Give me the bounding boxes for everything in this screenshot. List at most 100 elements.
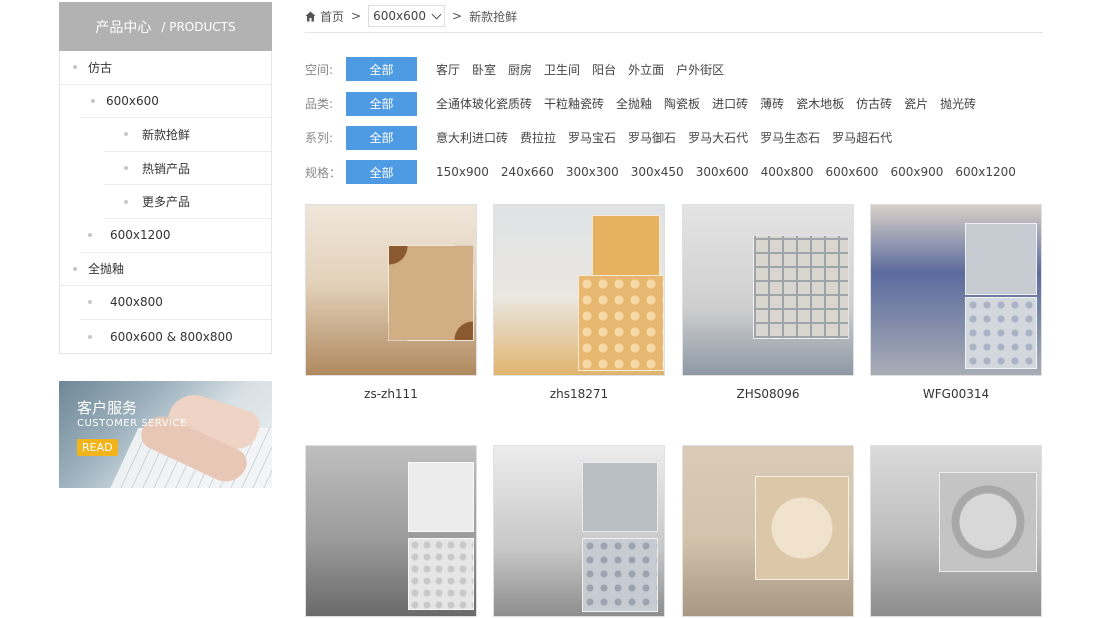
filter-option[interactable]: 陶瓷板	[664, 95, 700, 112]
filter-option[interactable]: 费拉拉	[520, 129, 556, 146]
filter-all-button[interactable]: 全部	[346, 91, 417, 116]
product-name[interactable]: ZHS08096	[682, 387, 854, 401]
sidebar: 产品中心 / PRODUCTS 仿古 600x600 新款抢鲜 热销产品 更多产…	[59, 2, 272, 355]
sidebar-header: 产品中心 / PRODUCTS	[59, 2, 272, 51]
filter-panel: 空间: 全部 客厅 卧室 厨房 卫生间 阳台 外立面 户外街区 品类: 全部 全通体玻化瓷质砖 干粒釉瓷…	[305, 52, 1043, 190]
product-image[interactable]	[493, 204, 665, 376]
product-name[interactable]: zs-zh111	[305, 387, 477, 401]
bullet-icon	[124, 199, 128, 204]
filter-option[interactable]: 瓷片	[904, 95, 928, 112]
bullet-icon	[124, 132, 128, 137]
tile-sample-image	[582, 462, 658, 532]
service-title: 客户服务	[77, 399, 138, 417]
filter-all-button[interactable]: 全部	[346, 160, 417, 185]
filter-option[interactable]: 600x600	[826, 165, 879, 179]
filter-option[interactable]: 罗马生态石	[760, 129, 820, 146]
sidebar-item-quanpaoyou[interactable]: 全抛釉	[60, 253, 271, 287]
filter-option[interactable]: 意大利进口砖	[436, 129, 508, 146]
filter-option[interactable]: 300x450	[631, 165, 684, 179]
filter-option[interactable]: 400x800	[761, 165, 814, 179]
sidebar-item-600x600-800x800[interactable]: 600x600 & 800x800	[80, 320, 271, 354]
filter-option[interactable]: 瓷木地板	[796, 95, 844, 112]
home-icon[interactable]	[305, 11, 316, 22]
filter-option[interactable]: 薄砖	[760, 95, 784, 112]
sidebar-list: 仿古 600x600 新款抢鲜 热销产品 更多产品 600x1200 全抛釉 4…	[59, 51, 272, 355]
filter-label: 规格：	[305, 165, 342, 180]
sidebar-item-hot[interactable]: 热销产品	[104, 152, 271, 186]
product-card[interactable]: zhs18271	[493, 204, 665, 401]
filter-option[interactable]: 抛光砖	[940, 95, 976, 112]
product-image[interactable]	[305, 204, 477, 376]
filter-option[interactable]: 600x900	[890, 165, 943, 179]
sidebar-item-label: 仿古	[88, 60, 113, 75]
sidebar-item-600x1200[interactable]: 600x1200	[80, 219, 271, 253]
product-name[interactable]: zhs18271	[493, 387, 665, 401]
breadcrumb: 首页 > 600x600 > 新款抢鲜	[305, 0, 1043, 33]
product-card[interactable]: WFG00314	[870, 204, 1042, 401]
filter-option[interactable]: 厨房	[508, 61, 532, 78]
filter-option[interactable]: 卫生间	[544, 61, 580, 78]
filter-option[interactable]: 仿古砖	[856, 95, 892, 112]
sidebar-item-600x600[interactable]: 600x600	[80, 85, 271, 119]
filter-option[interactable]: 罗马超石代	[832, 129, 892, 146]
bullet-icon	[88, 233, 92, 238]
product-card[interactable]: zs-zh111	[305, 204, 477, 401]
bullet-icon	[88, 334, 92, 339]
filter-option[interactable]: 阳台	[592, 61, 616, 78]
sidebar-item-label: 新款抢鲜	[142, 127, 191, 142]
filter-all-button[interactable]: 全部	[346, 57, 417, 82]
filter-option[interactable]: 全通体玻化瓷质砖	[436, 95, 532, 112]
filter-option[interactable]: 300x600	[696, 165, 749, 179]
filter-option[interactable]: 户外街区	[676, 61, 724, 78]
sidebar-item-label: 600x1200	[110, 228, 171, 243]
filter-row: 品类: 全部 全通体玻化瓷质砖 干粒釉瓷砖 全抛釉 陶瓷板 进口砖 薄砖 瓷木地板 仿古砖 瓷片 抛光…	[305, 86, 1043, 120]
filter-option[interactable]: 外立面	[628, 61, 664, 78]
read-button[interactable]: READ	[77, 439, 118, 456]
breadcrumb-home[interactable]: 首页	[320, 8, 344, 25]
filter-option[interactable]: 罗马御石	[628, 129, 676, 146]
sidebar-item-label: 600x600	[106, 93, 159, 108]
breadcrumb-separator: >	[351, 9, 362, 23]
product-card[interactable]	[682, 445, 854, 617]
filter-all-button[interactable]: 全部	[346, 125, 417, 150]
filter-option[interactable]: 240x660	[501, 165, 554, 179]
product-card[interactable]	[870, 445, 1042, 617]
filter-row: 空间: 全部 客厅 卧室 厨房 卫生间 阳台 外立面 户外街区	[305, 52, 1043, 86]
filter-option[interactable]: 150x900	[436, 165, 489, 179]
filter-option[interactable]: 罗马宝石	[568, 129, 616, 146]
tile-sample-image	[939, 472, 1037, 572]
sidebar-item-fanggu[interactable]: 仿古	[60, 51, 271, 85]
filter-option[interactable]: 卧室	[472, 61, 496, 78]
sidebar-item-new[interactable]: 新款抢鲜	[104, 118, 271, 152]
filter-option[interactable]: 罗马大石代	[688, 129, 748, 146]
tile-sample-image	[582, 538, 658, 612]
product-name[interactable]: WFG00314	[870, 387, 1042, 401]
filter-option[interactable]: 进口砖	[712, 95, 748, 112]
product-image[interactable]	[493, 445, 665, 617]
filter-option[interactable]: 600x1200	[955, 165, 1016, 179]
sidebar-item-label: 热销产品	[142, 161, 191, 176]
product-image[interactable]	[870, 445, 1042, 617]
product-card[interactable]	[493, 445, 665, 617]
sidebar-title: 产品中心	[95, 19, 152, 36]
product-card[interactable]: ZHS08096	[682, 204, 854, 401]
filter-option[interactable]: 300x300	[566, 165, 619, 179]
chevron-down-icon	[431, 9, 442, 19]
tile-sample-image	[755, 476, 849, 580]
sidebar-item-more[interactable]: 更多产品	[104, 185, 271, 219]
sidebar-item-400x800[interactable]: 400x800	[80, 286, 271, 320]
filter-label: 系列:	[305, 131, 334, 146]
filter-label: 品类:	[305, 97, 334, 112]
bullet-icon	[73, 266, 77, 271]
filter-label: 空间:	[305, 62, 334, 77]
size-dropdown[interactable]: 600x600	[368, 5, 445, 27]
product-image[interactable]	[870, 204, 1042, 376]
filter-option[interactable]: 客厅	[436, 61, 460, 78]
product-image[interactable]	[682, 445, 854, 617]
customer-service-banner[interactable]: 客户服务 CUSTOMER SERVICE READ	[59, 381, 272, 488]
product-image[interactable]	[682, 204, 854, 376]
product-image[interactable]	[305, 445, 477, 617]
filter-option[interactable]: 干粒釉瓷砖	[544, 95, 604, 112]
filter-option[interactable]: 全抛釉	[616, 95, 652, 112]
product-card[interactable]	[305, 445, 477, 617]
